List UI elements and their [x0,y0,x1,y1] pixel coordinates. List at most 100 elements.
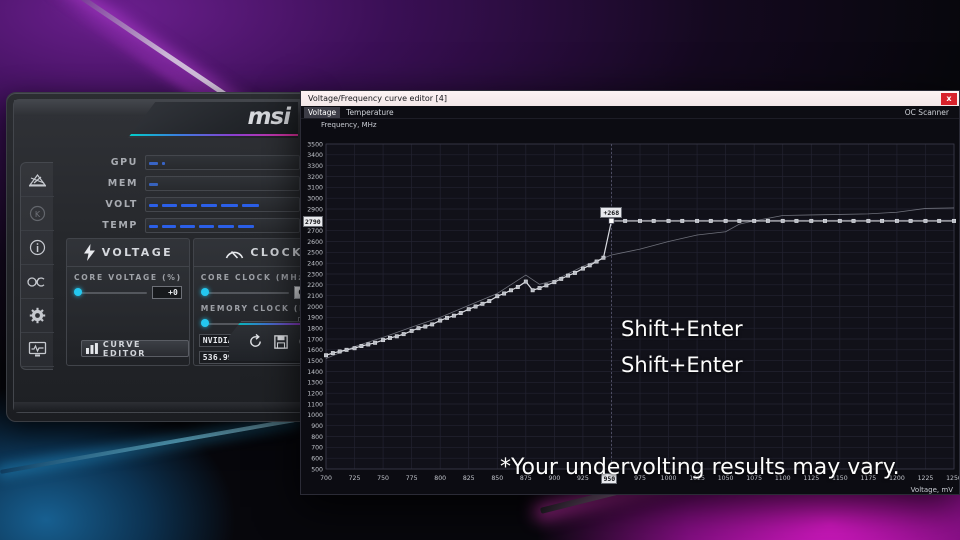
voltage-panel: VOLTAGE CORE VOLTAGE (%) +0 CURVE EDITOR [66,238,190,366]
svg-text:3500: 3500 [307,141,323,148]
svg-text:825: 825 [463,475,475,482]
curve-editor-button[interactable]: CURVE EDITOR [81,339,189,358]
svg-text:1700: 1700 [307,336,323,343]
highlighted-y-tick: 2790 [303,215,323,227]
svg-text:K: K [34,210,40,219]
svg-text:700: 700 [320,475,332,482]
svg-text:1000: 1000 [307,412,323,419]
svg-text:2900: 2900 [307,206,323,213]
gear-icon [29,307,45,324]
clock-panel-title: CLOCK [250,246,304,259]
svg-text:1225: 1225 [918,475,934,482]
clock-panel: CLOCK CORE CLOCK (MHz) Curve MEMORY CLOC… [192,238,309,366]
bolt-icon [83,244,95,261]
core-voltage-label: CORE VOLTAGE (%) [74,273,182,282]
menu-item-voltage[interactable]: Voltage [304,106,341,118]
sidebar-item-kombustor[interactable]: K [20,197,54,231]
save-icon[interactable] [273,334,288,349]
voltage-panel-header: VOLTAGE [67,239,189,267]
svg-text:1200: 1200 [307,391,323,398]
svg-text:1250: 1250 [946,475,960,482]
curve-editor-window[interactable]: Voltage/Frequency curve editor [4] x Vol… [300,90,960,495]
svg-text:3200: 3200 [307,174,323,181]
svg-text:3100: 3100 [307,185,323,192]
core-clock-slider[interactable] [200,288,289,296]
close-icon[interactable]: x [941,92,957,105]
action-button-bay [228,321,309,361]
kombustor-k-icon: K [29,205,45,222]
core-voltage-knob[interactable] [74,288,82,296]
svg-text:700: 700 [311,445,323,452]
core-voltage-value[interactable]: +0 [151,286,182,299]
svg-text:900: 900 [311,423,323,430]
core-clock-control: CORE CLOCK (MHz) Curve [194,267,309,299]
fan-profile-icon [28,173,46,186]
core-voltage-slider[interactable] [74,288,147,296]
afterburner-control-panels: VOLTAGE CORE VOLTAGE (%) +0 CURVE EDITOR… [66,238,309,366]
overlay-text-line-3: *Your undervolting results may vary. [500,455,900,480]
readout-volt: VOLT [94,196,300,212]
gauge-icon [226,250,244,259]
overlay-text-line-2: Shift+Enter [621,353,743,377]
afterburner-sidebar: K [20,162,54,370]
bar-chart-icon [86,343,98,354]
svg-text:775: 775 [406,475,418,482]
info-icon [29,239,45,256]
sidebar-item-info[interactable] [20,231,54,265]
sidebar-item-oc-scanner[interactable] [20,265,54,299]
afterburner-bottom-bevel [14,402,304,412]
svg-text:2700: 2700 [307,228,323,235]
oc-scanner-icon [27,276,45,287]
svg-text:1600: 1600 [307,347,323,354]
readout-label: MEM [107,177,138,189]
svg-text:750: 750 [377,475,389,482]
voltage-panel-title: VOLTAGE [101,246,174,259]
curve-editor-title: Voltage/Frequency curve editor [4] [308,94,447,103]
sidebar-item-monitoring[interactable] [20,333,54,367]
core-clock-knob[interactable] [200,288,209,296]
svg-text:3400: 3400 [307,152,323,159]
readout-bar-box [145,175,300,191]
readout-bar-box [145,217,300,233]
screenshot-root: msi K GPU MEM VOLT TEMP VOLTAGE CORE VOL… [0,0,960,540]
readout-label: GPU [110,156,138,168]
reset-icon[interactable] [248,334,263,349]
afterburner-body: msi K GPU MEM VOLT TEMP VOLTAGE CORE VOL… [13,99,309,413]
curve-editor-titlebar[interactable]: Voltage/Frequency curve editor [4] x [301,91,959,106]
selected-point-tooltip: +268 [600,206,623,218]
monitor-icon [28,341,46,357]
memory-clock-label: MEMORY CLOCK (MHz) [200,304,309,313]
y-axis-title: Frequency, MHz [321,121,377,129]
readout-bar-box [145,196,300,212]
menu-item-temperature[interactable]: Temperature [342,107,398,118]
svg-text:800: 800 [311,434,323,441]
readout-mem: MEM [94,175,300,191]
svg-text:2000: 2000 [307,304,323,311]
curve-editor-menubar: Voltage Temperature OC Scanner [301,106,959,119]
x-axis-title: Voltage, mV [910,486,953,494]
svg-text:3300: 3300 [307,163,323,170]
svg-text:600: 600 [311,456,323,463]
svg-text:1800: 1800 [307,326,323,333]
readout-label: TEMP [102,219,138,231]
readout-temp: TEMP [94,217,300,233]
svg-text:1400: 1400 [307,369,323,376]
curve-editor-button-label: CURVE EDITOR [102,339,147,358]
curve-plot-svg[interactable]: 500 600 700 800 900 1000 1100 1200 1300 1400 1500 1… [301,119,960,495]
memory-clock-knob[interactable] [200,319,209,327]
svg-text:2500: 2500 [307,250,323,257]
afterburner-readouts: GPU MEM VOLT TEMP [94,154,300,238]
readout-label: VOLT [105,198,138,210]
svg-text:3000: 3000 [307,196,323,203]
svg-text:500: 500 [311,466,323,473]
svg-text:1900: 1900 [307,315,323,322]
svg-text:2100: 2100 [307,293,323,300]
msi-afterburner-window[interactable]: msi K GPU MEM VOLT TEMP VOLTAGE CORE VOL… [6,92,310,422]
svg-text:2300: 2300 [307,271,323,278]
sidebar-item-fan-profile[interactable] [20,163,54,197]
sidebar-item-settings[interactable] [20,299,54,333]
curve-plot-area[interactable]: 500 600 700 800 900 1000 1100 1200 1300 1400 1500 1… [301,119,960,495]
clock-panel-header: CLOCK [193,239,309,267]
msi-logo: msi [247,104,291,130]
menu-item-oc-scanner[interactable]: OC Scanner [901,107,953,118]
